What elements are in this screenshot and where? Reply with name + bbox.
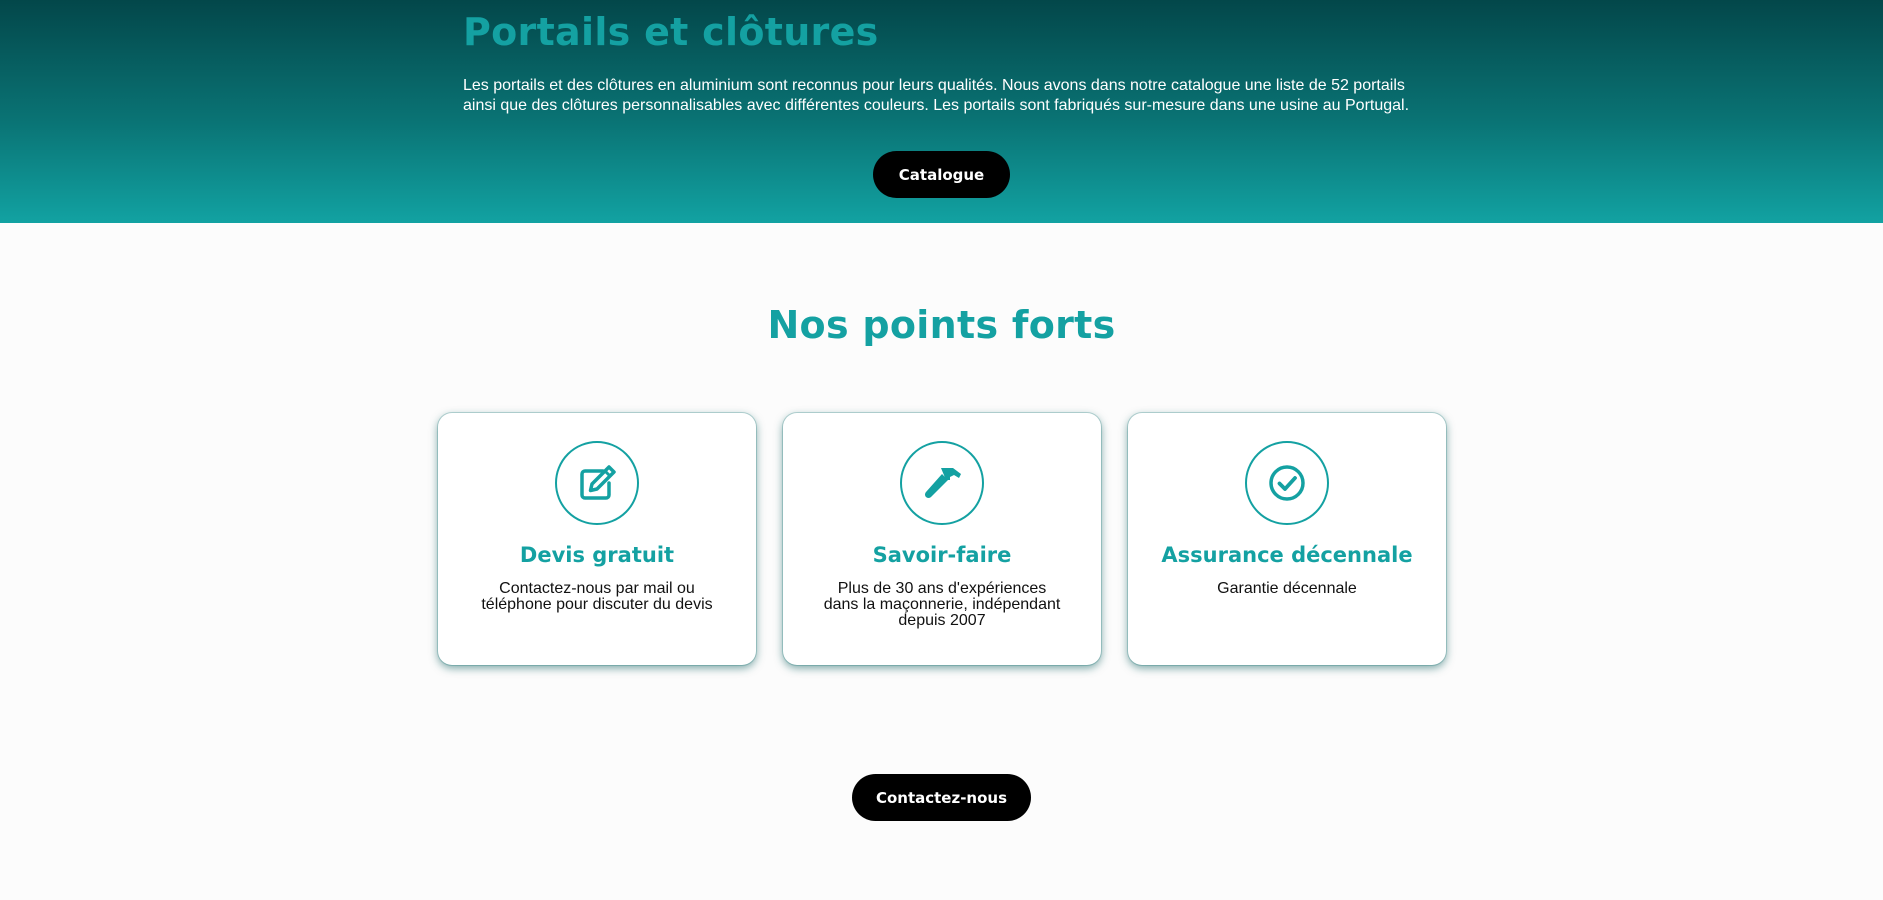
strengths-title: Nos points forts (767, 303, 1116, 347)
contact-button[interactable]: Contactez-nous (852, 774, 1031, 821)
hero-title: Portails et clôtures (463, 10, 879, 54)
card-text: Contactez-nous par mail ou téléphone pou… (481, 580, 713, 613)
card-text: Garantie décennale (1217, 580, 1357, 597)
check-circle-icon (1245, 441, 1329, 525)
card-title: Assurance décennale (1161, 543, 1413, 567)
card-devis-gratuit: Devis gratuit Contactez-nous par mail ou… (438, 413, 756, 665)
card-text: Plus de 30 ans d'expériences dans la maç… (823, 580, 1061, 629)
hammer-icon (900, 441, 984, 525)
card-title: Savoir-faire (872, 543, 1012, 567)
hero-banner: Portails et clôtures Les portails et des… (0, 0, 1883, 223)
catalogue-button[interactable]: Catalogue (873, 151, 1010, 198)
hero-description: Les portails et des clôtures en aluminiu… (463, 77, 1410, 114)
card-assurance-decennale: Assurance décennale Garantie décennale (1128, 413, 1446, 665)
card-savoir-faire: Savoir-faire Plus de 30 ans d'expérience… (783, 413, 1101, 665)
edit-icon (555, 441, 639, 525)
card-title: Devis gratuit (519, 543, 675, 567)
